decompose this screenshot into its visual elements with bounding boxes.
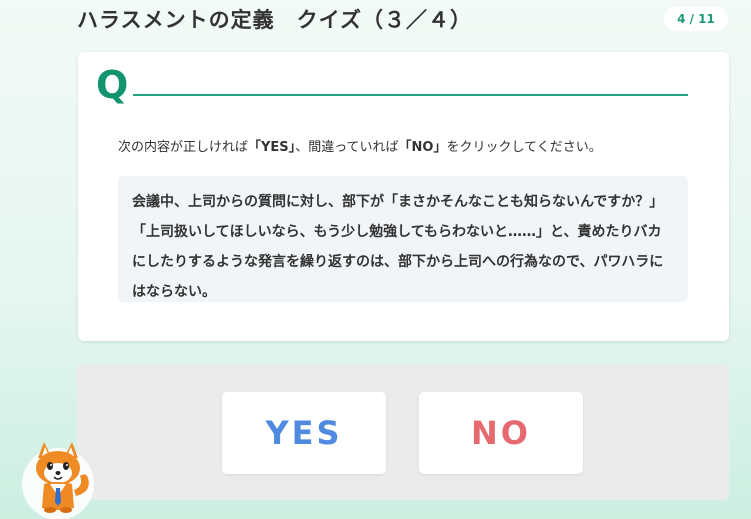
yes-button[interactable]: YES [222, 392, 386, 474]
instruction-middle: 、間違っていれば [295, 140, 399, 155]
no-button[interactable]: NO [419, 392, 583, 474]
statement-text: 会議中、上司からの質問に対し、部下が「まさかそんなことも知らないんですか？」「上… [132, 194, 664, 300]
question-mark: Q [96, 63, 129, 107]
instruction-suffix: をクリックしてください。 [446, 140, 602, 155]
instruction-no-word: 「NO」 [398, 140, 447, 155]
page-counter-badge: 4 / 11 [664, 7, 728, 31]
question-divider [133, 94, 688, 96]
mascot-svg [22, 442, 94, 519]
answer-area: YES NO [77, 364, 729, 500]
page-title: ハラスメントの定義 クイズ（３／４） [77, 8, 472, 32]
raccoon-mascot-icon [16, 436, 100, 519]
statement-box: 会議中、上司からの質問に対し、部下が「まさかそんなことも知らないんですか？」「上… [118, 176, 688, 302]
question-card: Q 次の内容が正しければ「YES」、間違っていれば「NO」をクリックしてください… [78, 52, 729, 341]
instruction-prefix: 次の内容が正しければ [118, 140, 249, 155]
instruction-text: 次の内容が正しければ「YES」、間違っていれば「NO」をクリックしてください。 [118, 136, 602, 155]
instruction-yes-word: 「YES」 [248, 140, 296, 155]
